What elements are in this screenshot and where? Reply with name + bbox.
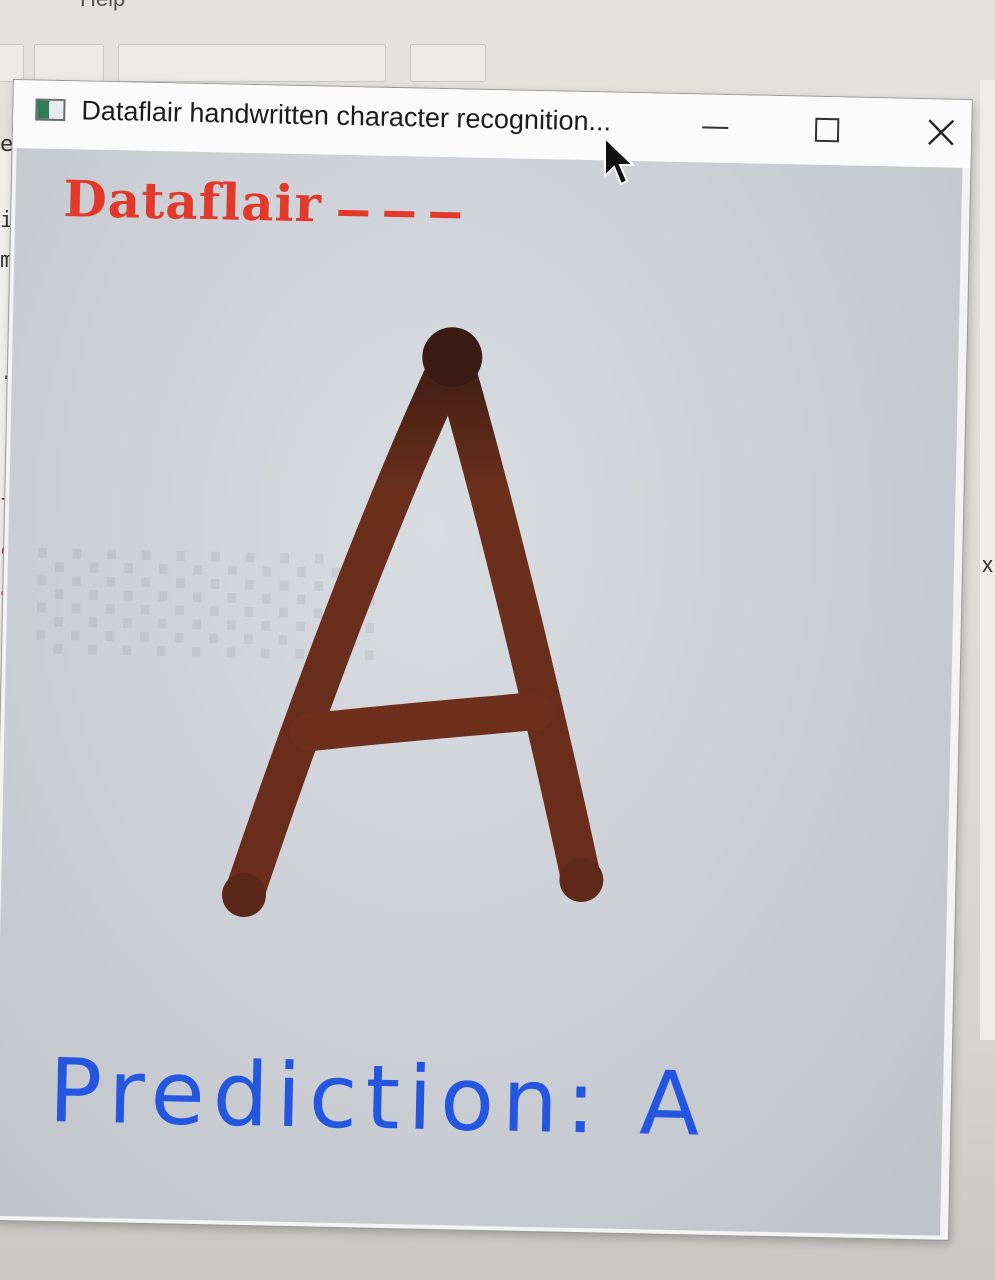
image-canvas: ░░░░░ Dataflair Prediction: A [0, 148, 963, 1236]
mouse-cursor-icon [604, 136, 636, 186]
background-toolbar [0, 38, 995, 82]
background-toolbar-dropdown [118, 44, 386, 82]
background-close-char: x [982, 552, 993, 577]
close-button[interactable] [911, 109, 972, 156]
background-toolbar-button [34, 44, 104, 82]
minimize-button[interactable] [685, 104, 746, 151]
maximize-button[interactable] [797, 106, 858, 153]
minimize-icon [702, 126, 729, 129]
close-icon [928, 119, 955, 146]
desktop-photo: Help e i m . l c a & x Dataflair handwri… [0, 0, 995, 1280]
prediction-value: A [638, 1051, 709, 1156]
maximize-icon [814, 117, 840, 143]
app-window-icon [35, 98, 66, 122]
prediction-text: Prediction: A [48, 1039, 709, 1156]
background-menu-help: Help [80, 0, 125, 12]
background-toolbar-button [410, 44, 486, 82]
background-toolbar-button [0, 44, 24, 82]
window-title: Dataflair handwritten character recognit… [81, 95, 612, 137]
recognition-window: Dataflair handwritten character recognit… [0, 80, 972, 1240]
code-char: e [0, 132, 14, 157]
prediction-label: Prediction: [47, 1038, 605, 1154]
